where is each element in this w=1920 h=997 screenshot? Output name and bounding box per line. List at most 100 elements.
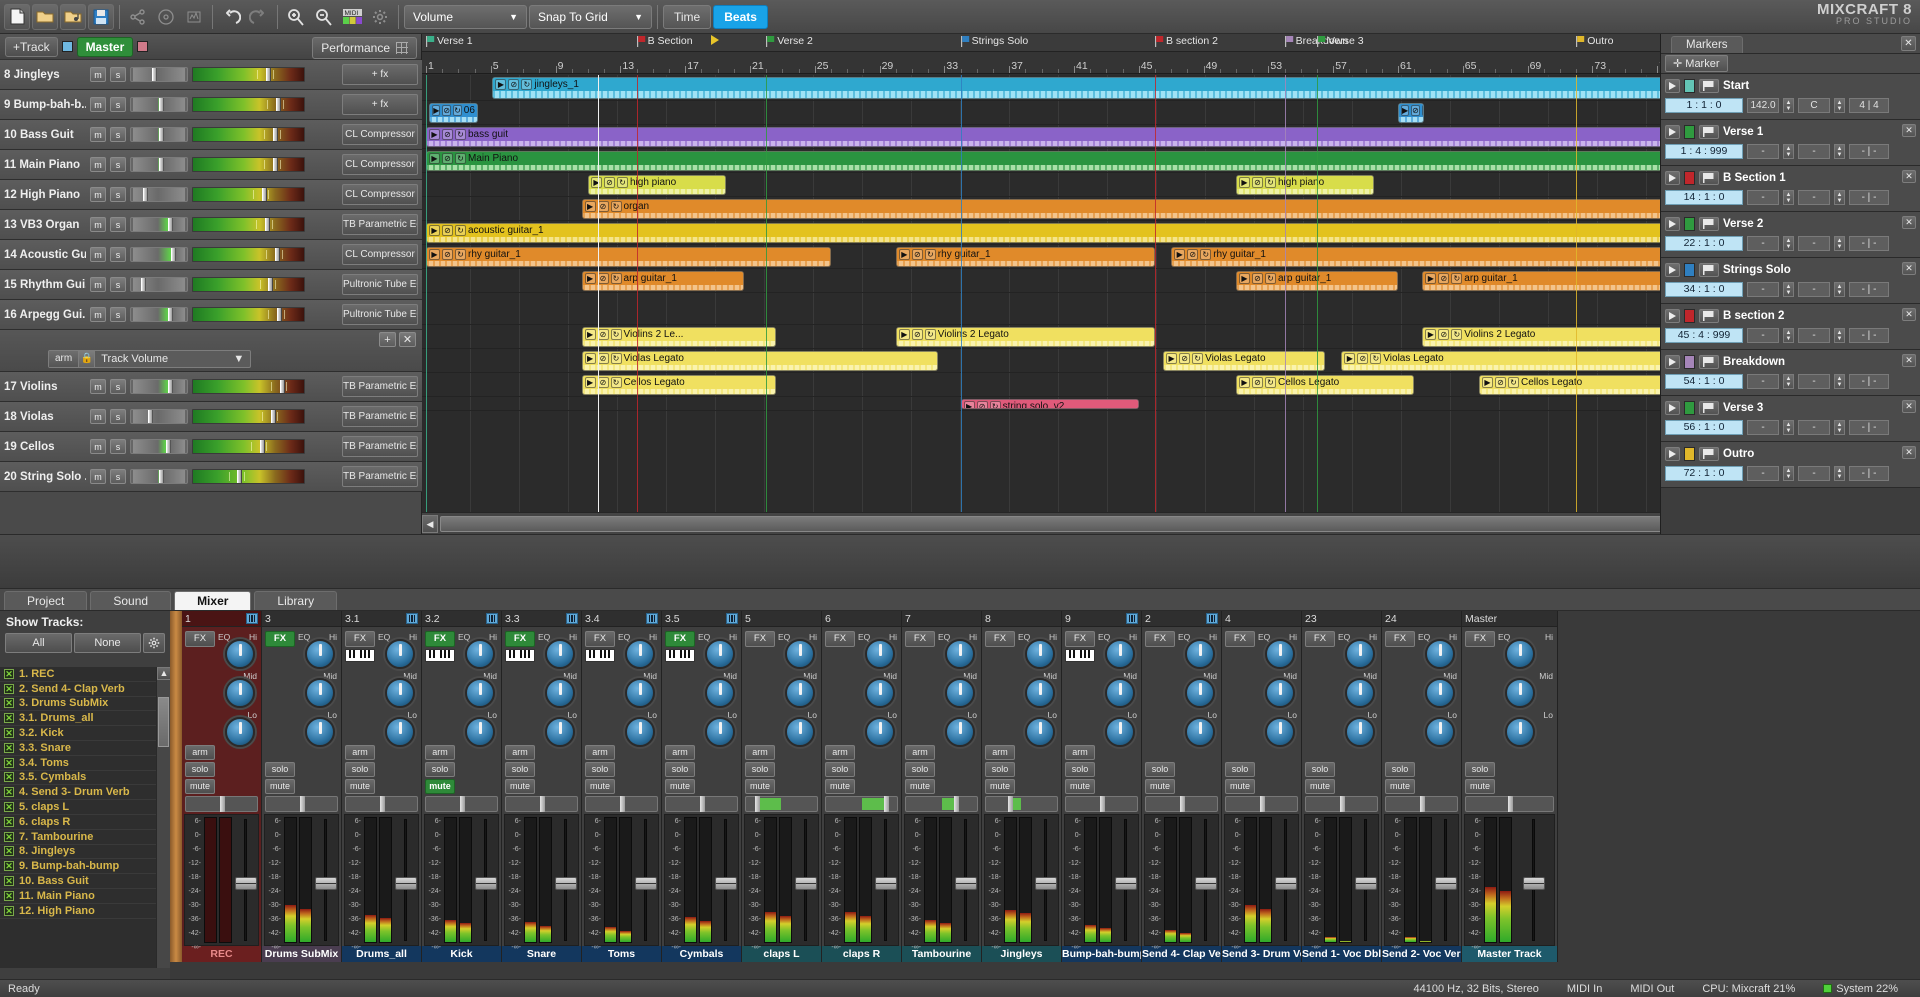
audio-clip[interactable]: ▶ ⊘ ↻ arp guitar_1 [582, 271, 744, 291]
audio-clip[interactable]: ▶ ⊘ ↻ Cellos Legato [582, 375, 776, 395]
clip-mute-icon[interactable]: ⊘ [442, 105, 451, 116]
mixer-pan-slider[interactable] [505, 796, 578, 812]
clip-play-icon[interactable]: ▶ [429, 129, 440, 140]
mixer-solo-button[interactable]: solo [585, 762, 615, 777]
marker-tempo-field[interactable]: - [1747, 282, 1779, 297]
clip-mute-icon[interactable]: ⊘ [604, 177, 615, 188]
mixer-arm-button[interactable]: arm [665, 745, 695, 760]
clip-loop-icon[interactable]: ↻ [611, 377, 622, 388]
volume-fader[interactable] [315, 877, 337, 890]
mixer-strip[interactable]: 6 FX arm solo mute EQ Hi Mid [822, 611, 902, 962]
mixer-fx-button[interactable]: FX [985, 631, 1015, 647]
clip-loop-icon[interactable]: ↻ [453, 105, 462, 116]
show-tracks-list[interactable]: ✕ 1. REC ✕ 2. Send 4- Clap Verb ✕ 3. Dru… [0, 667, 156, 968]
clip-loop-icon[interactable]: ↻ [611, 329, 622, 340]
track-pan-slider[interactable] [130, 409, 188, 424]
mixer-fader-slot[interactable] [1113, 815, 1138, 945]
mixer-mute-button[interactable]: mute [1465, 779, 1495, 794]
marker-key-field[interactable]: - [1798, 420, 1830, 435]
zoom-in-icon[interactable] [283, 4, 309, 30]
track-list[interactable]: 8 Jingleys m s + fx 9 Bump-bah-b... m s [0, 60, 422, 534]
marker-key-spinner[interactable]: ▲▼ [1834, 466, 1845, 481]
clip-mute-icon[interactable]: ⊘ [1252, 177, 1263, 188]
track-row[interactable]: 18 Violas m s TB Parametric Eq... [0, 402, 422, 432]
eq-mid-knob[interactable] [1185, 678, 1215, 708]
marker-flag-icon[interactable] [1699, 125, 1719, 139]
eq-hi-knob[interactable] [305, 639, 335, 669]
eq-mid-knob[interactable] [305, 678, 335, 708]
mixer-solo-button[interactable]: solo [665, 762, 695, 777]
clip-mute-icon[interactable]: ⊘ [442, 153, 453, 164]
burn-cd-icon[interactable] [153, 4, 179, 30]
eq-lo-knob[interactable] [385, 717, 415, 747]
volume-fader[interactable] [555, 877, 577, 890]
piano-keys-icon[interactable] [425, 649, 455, 662]
track-mute-button[interactable]: m [90, 187, 106, 202]
timeline-lane[interactable]: ▶ ⊘ ↻ string solo_v2 [422, 397, 1877, 411]
track-row[interactable]: 10 Bass Guit m s CL Compressor [0, 120, 422, 150]
clip-mute-icon[interactable]: ⊘ [1252, 273, 1263, 284]
show-tracks-item[interactable]: ✕ 8. Jingleys [0, 845, 156, 860]
timeline-lane[interactable]: ▶ ⊘ ↻ 06 B... ▶ ⊘ ↻ Bu... [422, 101, 1877, 125]
clip-mute-icon[interactable]: ⊘ [1438, 273, 1449, 284]
show-tracks-item[interactable]: ✕ 1. REC [0, 667, 156, 682]
eq-mid-knob[interactable] [785, 678, 815, 708]
mixer-mute-button[interactable]: mute [185, 779, 215, 794]
marker-color-swatch[interactable] [1684, 217, 1695, 231]
marker-flag-icon[interactable] [1699, 217, 1719, 231]
show-tracks-item[interactable]: ✕ 7. Tambourine [0, 830, 156, 845]
track-effect-slot[interactable]: CL Compressor [342, 184, 418, 205]
mixer-pan-slider[interactable] [1305, 796, 1378, 812]
marker-tempo-spinner[interactable]: ▲▼ [1783, 328, 1794, 343]
mixer-fx-button[interactable]: FX [1225, 631, 1255, 647]
delete-marker-icon[interactable]: ✕ [1902, 400, 1916, 413]
clip-mute-icon[interactable]: ⊘ [598, 201, 609, 212]
marker-play-icon[interactable] [1665, 79, 1680, 93]
eq-hi-knob[interactable] [545, 639, 575, 669]
track-row[interactable]: 20 String Solo ... m s TB Parametric Eq.… [0, 462, 422, 492]
mixer-solo-button[interactable]: solo [345, 762, 375, 777]
clip-play-icon[interactable]: ▶ [1482, 377, 1493, 388]
instrument-icon[interactable] [646, 613, 658, 624]
track-volume-slider[interactable] [192, 469, 305, 484]
timeline-marker-arrow[interactable] [711, 35, 721, 45]
beats-mode-button[interactable]: Beats [713, 5, 768, 29]
mixer-fader-slot[interactable] [953, 815, 978, 945]
midi-icon[interactable]: MIDI [339, 4, 365, 30]
eq-hi-knob[interactable] [1185, 639, 1215, 669]
track-color-swatch[interactable] [62, 41, 73, 52]
clip-loop-icon[interactable]: ↻ [1192, 353, 1203, 364]
marker-tempo-field[interactable]: - [1747, 190, 1779, 205]
track-volume-slider[interactable] [192, 307, 305, 322]
marker-list-item[interactable]: Verse 3 ✕ 56 : 1 : 0 - ▲▼ - ▲▼ - | - [1661, 396, 1920, 442]
mixer-strips[interactable]: 1 FX arm solo mute EQ Hi Mid [182, 611, 1920, 962]
mixer-pan-slider[interactable] [1225, 796, 1298, 812]
eq-lo-knob[interactable] [1345, 717, 1375, 747]
marker-tempo-spinner[interactable]: ▲▼ [1783, 190, 1794, 205]
eq-hi-knob[interactable] [625, 639, 655, 669]
track-pan-slider[interactable] [130, 247, 188, 262]
eq-lo-knob[interactable] [785, 717, 815, 747]
marker-play-icon[interactable] [1665, 263, 1680, 277]
track-pan-slider[interactable] [130, 277, 188, 292]
volume-fader[interactable] [1195, 877, 1217, 890]
instrument-icon[interactable] [246, 613, 258, 624]
mixer-strip[interactable]: 7 FX arm solo mute EQ Hi Mid [902, 611, 982, 962]
marker-position-field[interactable]: 22 : 1 : 0 [1665, 236, 1743, 251]
show-tracks-item[interactable]: ✕ 11. Main Piano [0, 889, 156, 904]
marker-position-field[interactable]: 34 : 1 : 0 [1665, 282, 1743, 297]
mixer-arm-button[interactable]: arm [745, 745, 775, 760]
show-tracks-item[interactable]: ✕ 9. Bump-bah-bump [0, 859, 156, 874]
track-effect-slot[interactable]: TB Parametric Eq... [342, 376, 418, 397]
mixer-arm-button[interactable]: arm [185, 745, 215, 760]
mixer-strip[interactable]: 1 FX arm solo mute EQ Hi Mid [182, 611, 262, 962]
mixer-fader-area[interactable]: 6-0--6--12--18--24--30--36--42--∞- [184, 814, 259, 946]
mixer-fader-slot[interactable] [1033, 815, 1058, 945]
clip-loop-icon[interactable]: ↻ [455, 129, 466, 140]
marker-timesig-field[interactable]: - | - [1849, 466, 1889, 481]
eq-hi-knob[interactable] [385, 639, 415, 669]
clip-header[interactable]: ▶ ⊘ ↻ 06 B... [430, 104, 477, 117]
mixer-fader-area[interactable]: 6-0--6--12--18--24--30--36--42--∞- [1224, 814, 1299, 946]
eq-mid-knob[interactable] [1025, 678, 1055, 708]
eq-hi-knob[interactable] [1505, 639, 1535, 669]
